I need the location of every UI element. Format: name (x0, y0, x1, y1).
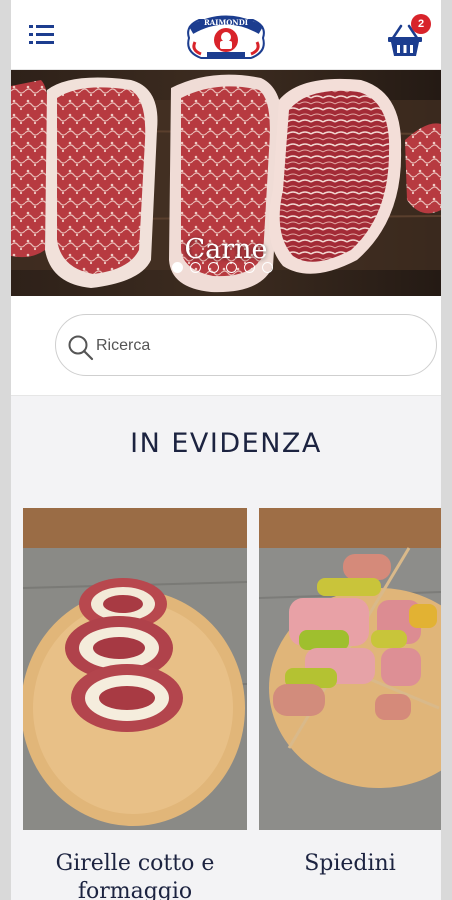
featured-item-card[interactable]: Girelle cotto e formaggio (23, 508, 247, 900)
featured-item-card[interactable]: Spiedini (259, 508, 441, 900)
cart-button[interactable]: 2 (385, 14, 431, 58)
product-photo-spiedini (259, 508, 441, 830)
search-section (11, 296, 441, 396)
app-header: RAIMONDI 2 (11, 0, 441, 70)
search-input[interactable] (96, 329, 396, 363)
product-photo-girelle (23, 508, 247, 830)
search-bar[interactable] (55, 314, 437, 376)
carousel-dot-1[interactable] (172, 262, 183, 273)
carousel-dot-6[interactable] (262, 262, 273, 273)
carousel-dot-5[interactable] (244, 262, 255, 273)
search-icon[interactable] (66, 333, 94, 361)
hero-carousel[interactable]: Carne (11, 70, 441, 296)
carousel-dot-2[interactable] (190, 262, 201, 273)
hero-title: Carne (184, 234, 268, 265)
featured-item-name: Spiedini (304, 851, 396, 876)
brand-logo[interactable]: RAIMONDI (181, 8, 271, 64)
carousel-dot-3[interactable] (208, 262, 219, 273)
hamburger-menu-icon[interactable] (29, 24, 57, 46)
carousel-dot-4[interactable] (226, 262, 237, 273)
featured-item-name: Girelle cotto e formaggio (55, 851, 215, 900)
featured-section-title: IN EVIDENZA (130, 428, 322, 459)
app-screen: RAIMONDI 2 Carne Ricerca IN EVIDENZA Gir… (11, 0, 441, 900)
cart-count-badge: 2 (411, 14, 431, 34)
svg-text:RAIMONDI: RAIMONDI (204, 18, 248, 27)
